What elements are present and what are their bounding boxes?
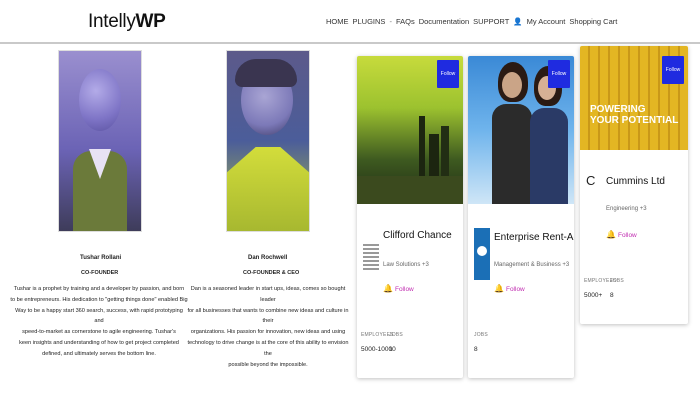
follow-button[interactable]: 🔔 Follow xyxy=(606,230,637,239)
stat-label: JOBS xyxy=(474,332,488,338)
bio-line: Tushar is a prophet by training and a de… xyxy=(13,286,185,292)
nav-home[interactable]: HOME xyxy=(326,17,349,26)
bio-line: speed-to-market as cornerstone to agile … xyxy=(22,329,176,336)
banner-line: POWERING xyxy=(590,104,646,115)
banner-text: POWERING YOUR POTENTIAL xyxy=(590,104,678,126)
nav-documentation[interactable]: Documentation xyxy=(419,17,469,26)
stat-value: 1 xyxy=(389,346,393,353)
company-subtitle: Law Solutions +3 xyxy=(383,262,429,268)
follow-badge[interactable]: Follow xyxy=(437,60,459,88)
bio-line: organizations. His passion for innovatio… xyxy=(190,329,346,336)
stat-value: 8 xyxy=(610,292,614,299)
follow-button[interactable]: 🔔 Follow xyxy=(494,284,525,293)
follow-label: Follow xyxy=(394,286,414,293)
stat-label: JOBS xyxy=(389,332,403,338)
banner-line: YOUR POTENTIAL xyxy=(590,115,679,126)
person-name: Dan Rochwell xyxy=(248,255,288,261)
person-photo-dan xyxy=(226,50,310,232)
person-name: Tushar Rollani xyxy=(80,255,122,261)
follow-badge[interactable]: Follow xyxy=(662,56,684,84)
site-logo[interactable]: IntellyWP xyxy=(88,11,166,33)
nav-plugins[interactable]: PLUGINS xyxy=(353,17,386,26)
bell-icon: 🔔 xyxy=(494,284,504,293)
cummins-logo-icon: C xyxy=(586,173,596,188)
follow-label: Follow xyxy=(505,286,525,293)
nav-my-account[interactable]: My Account xyxy=(527,17,566,26)
person-photo-tushar xyxy=(58,50,142,232)
follow-badge[interactable]: Follow xyxy=(548,60,570,88)
nav-separator: - xyxy=(389,17,392,26)
bio-line: defined, and ultimately serves the botto… xyxy=(42,350,156,357)
bio-line: possible beyond the impossible. xyxy=(228,361,308,368)
company-title[interactable]: Enterprise Rent-A-Car xyxy=(494,232,574,243)
company-title[interactable]: Clifford Chance xyxy=(383,230,452,241)
bio-line: Way to be a happy start 360 search, succ… xyxy=(15,307,183,325)
user-icon: 👤 xyxy=(513,17,523,26)
person-role: CO-FOUNDER xyxy=(81,270,119,276)
company-card-enterprise[interactable]: Follow Enterprise Rent-A-Car Management … xyxy=(468,56,574,378)
company-subtitle: Management & Business +3 xyxy=(494,262,570,268)
bio-line: technology to drive change is at the cor… xyxy=(187,339,349,357)
nav-shopping-cart[interactable]: Shopping Cart xyxy=(569,17,617,26)
company-logo xyxy=(363,244,379,270)
company-title[interactable]: Cummins Ltd xyxy=(606,176,665,187)
company-card-cummins[interactable]: POWERING YOUR POTENTIAL Follow C Cummins… xyxy=(580,46,688,324)
bio-line: Dan is a seasoned leader in start ups, i… xyxy=(190,286,346,303)
nav-faqs[interactable]: FAQs xyxy=(396,17,415,26)
nav-support[interactable]: SUPPORT xyxy=(473,17,509,26)
bell-icon: 🔔 xyxy=(383,284,393,293)
follow-button[interactable]: 🔔 Follow xyxy=(383,284,414,293)
bell-icon: 🔔 xyxy=(606,230,616,239)
logo-text-light: Intelly xyxy=(88,11,136,32)
bio-line: for all businesses that wants to combine… xyxy=(187,307,349,325)
logo-text-bold: WP xyxy=(135,11,166,32)
bio-line: to be entrepreneurs. His dedication to "… xyxy=(10,296,188,303)
company-subtitle: Engineering +3 xyxy=(606,206,647,212)
follow-label: Follow xyxy=(617,232,637,239)
company-card-clifford-chance[interactable]: Follow Clifford Chance Law Solutions +3 … xyxy=(357,56,463,378)
main-nav: HOME PLUGINS - FAQs Documentation SUPPOR… xyxy=(326,17,617,26)
company-logo xyxy=(474,228,490,280)
person-bio: Dan is a seasoned leader in start ups, i… xyxy=(184,284,352,370)
person-bio: Tushar is a prophet by training and a de… xyxy=(10,284,188,360)
person-role: CO-FOUNDER & CEO xyxy=(243,270,300,276)
stat-label: JOBS xyxy=(610,278,624,284)
stat-value: 5000+ xyxy=(584,292,603,299)
stat-value: 8 xyxy=(474,346,478,353)
bio-line: keen insights and understanding of how t… xyxy=(19,339,179,346)
site-header: IntellyWP HOME PLUGINS - FAQs Documentat… xyxy=(0,0,700,44)
